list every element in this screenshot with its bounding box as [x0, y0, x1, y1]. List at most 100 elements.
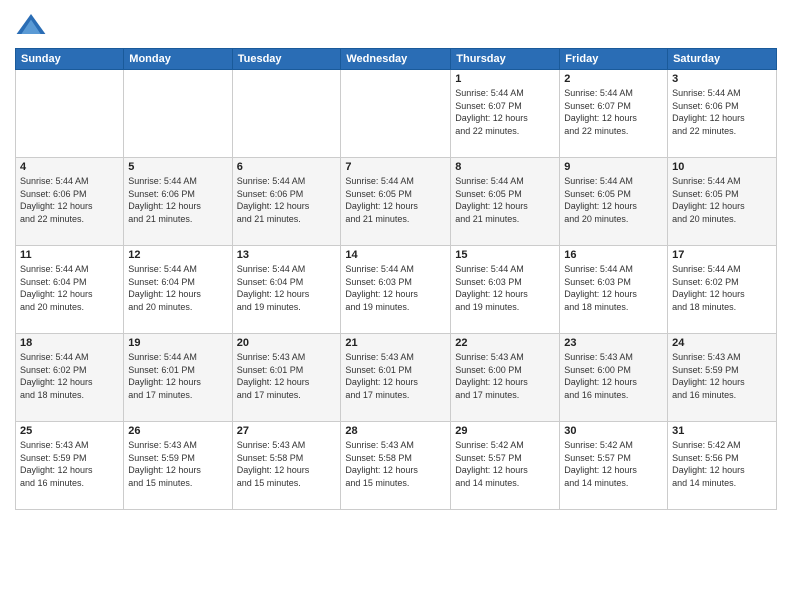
- calendar-cell: 24Sunrise: 5:43 AM Sunset: 5:59 PM Dayli…: [668, 334, 777, 422]
- calendar-day-header: Saturday: [668, 49, 777, 70]
- calendar-cell: 20 Sunrise: 5:43 AM Sunset: 6:01 PM Dayli…: [232, 334, 341, 422]
- day-number: 7: [345, 161, 446, 173]
- day-number: 1: [455, 73, 555, 85]
- day-info: Sunrise: 5:43 AM Sunset: 5:59 PM Dayligh…: [128, 439, 227, 489]
- calendar-day-header: Tuesday: [232, 49, 341, 70]
- calendar-cell: 5Sunrise: 5:44 AM Sunset: 6:06 PM Daylig…: [124, 158, 232, 246]
- day-number: 27: [237, 425, 337, 437]
- day-info: Sunrise: 5:44 AM Sunset: 6:07 PM Dayligh…: [564, 87, 663, 137]
- day-number: 9: [564, 161, 663, 173]
- day-info: Sunrise: 5:44 AM Sunset: 6:02 PM Dayligh…: [20, 351, 119, 401]
- day-number: 13: [237, 249, 337, 261]
- day-info: Sunrise: 5:43 AM Sunset: 5:58 PM Dayligh…: [237, 439, 337, 489]
- day-info: Sunrise: 5:43 AM Sunset: 6:01 PM Dayligh…: [345, 351, 446, 401]
- day-info: Sunrise: 5:44 AM Sunset: 6:02 PM Dayligh…: [672, 263, 772, 313]
- calendar-day-header: Friday: [560, 49, 668, 70]
- day-info: Sunrise: 5:44 AM Sunset: 6:04 PM Dayligh…: [20, 263, 119, 313]
- day-info: Sunrise: 5:44 AM Sunset: 6:04 PM Dayligh…: [237, 263, 337, 313]
- day-number: 14: [345, 249, 446, 261]
- day-number: 16: [564, 249, 663, 261]
- calendar-cell: 14 Sunrise: 5:44 AM Sunset: 6:03 PM Dayli…: [341, 246, 451, 334]
- calendar-cell: 28 Sunrise: 5:43 AM Sunset: 5:58 PM Dayli…: [341, 422, 451, 510]
- calendar-cell: 12 Sunrise: 5:44 AM Sunset: 6:04 PM Dayli…: [124, 246, 232, 334]
- header: [15, 10, 777, 42]
- day-number: 12: [128, 249, 227, 261]
- day-number: 30: [564, 425, 663, 437]
- calendar-cell: 10 Sunrise: 5:44 AM Sunset: 6:05 PM Dayli…: [668, 158, 777, 246]
- day-number: 8: [455, 161, 555, 173]
- day-number: 3: [672, 73, 772, 85]
- day-info: Sunrise: 5:44 AM Sunset: 6:04 PM Dayligh…: [128, 263, 227, 313]
- day-info: Sunrise: 5:43 AM Sunset: 5:59 PM Dayligh…: [672, 351, 772, 401]
- calendar-day-header: Thursday: [451, 49, 560, 70]
- day-number: 18: [20, 337, 119, 349]
- calendar-cell: 15 Sunrise: 5:44 AM Sunset: 6:03 PM Dayli…: [451, 246, 560, 334]
- day-number: 25: [20, 425, 119, 437]
- calendar-cell: 30Sunrise: 5:42 AM Sunset: 5:57 PM Dayli…: [560, 422, 668, 510]
- calendar-cell: 19Sunrise: 5:44 AM Sunset: 6:01 PM Dayli…: [124, 334, 232, 422]
- day-number: 26: [128, 425, 227, 437]
- calendar-cell: 4 Sunrise: 5:44 AM Sunset: 6:06 PM Daylig…: [16, 158, 124, 246]
- calendar-cell: 8 Sunrise: 5:44 AM Sunset: 6:05 PM Daylig…: [451, 158, 560, 246]
- calendar-cell: 6 Sunrise: 5:44 AM Sunset: 6:06 PM Daylig…: [232, 158, 341, 246]
- calendar-day-header: Wednesday: [341, 49, 451, 70]
- day-info: Sunrise: 5:44 AM Sunset: 6:06 PM Dayligh…: [20, 175, 119, 225]
- calendar-week-row: 11 Sunrise: 5:44 AM Sunset: 6:04 PM Dayli…: [16, 246, 777, 334]
- day-number: 10: [672, 161, 772, 173]
- calendar-week-row: 1 Sunrise: 5:44 AM Sunset: 6:07 PM Daylig…: [16, 70, 777, 158]
- calendar-cell: 22 Sunrise: 5:43 AM Sunset: 6:00 PM Dayli…: [451, 334, 560, 422]
- calendar-cell: 2Sunrise: 5:44 AM Sunset: 6:07 PM Daylig…: [560, 70, 668, 158]
- day-info: Sunrise: 5:43 AM Sunset: 6:01 PM Dayligh…: [237, 351, 337, 401]
- day-number: 22: [455, 337, 555, 349]
- day-info: Sunrise: 5:44 AM Sunset: 6:06 PM Dayligh…: [128, 175, 227, 225]
- day-info: Sunrise: 5:44 AM Sunset: 6:05 PM Dayligh…: [672, 175, 772, 225]
- day-info: Sunrise: 5:44 AM Sunset: 6:05 PM Dayligh…: [345, 175, 446, 225]
- calendar-cell: 1 Sunrise: 5:44 AM Sunset: 6:07 PM Daylig…: [451, 70, 560, 158]
- calendar-cell: [341, 70, 451, 158]
- day-info: Sunrise: 5:44 AM Sunset: 6:06 PM Dayligh…: [672, 87, 772, 137]
- day-number: 6: [237, 161, 337, 173]
- day-info: Sunrise: 5:44 AM Sunset: 6:01 PM Dayligh…: [128, 351, 227, 401]
- calendar-cell: 25 Sunrise: 5:43 AM Sunset: 5:59 PM Dayli…: [16, 422, 124, 510]
- calendar-table: SundayMondayTuesdayWednesdayThursdayFrid…: [15, 48, 777, 510]
- day-info: Sunrise: 5:44 AM Sunset: 6:05 PM Dayligh…: [455, 175, 555, 225]
- day-number: 29: [455, 425, 555, 437]
- calendar-cell: 17 Sunrise: 5:44 AM Sunset: 6:02 PM Dayli…: [668, 246, 777, 334]
- calendar-cell: 16 Sunrise: 5:44 AM Sunset: 6:03 PM Dayli…: [560, 246, 668, 334]
- calendar-cell: 3 Sunrise: 5:44 AM Sunset: 6:06 PM Daylig…: [668, 70, 777, 158]
- calendar-header-row: SundayMondayTuesdayWednesdayThursdayFrid…: [16, 49, 777, 70]
- day-info: Sunrise: 5:43 AM Sunset: 5:59 PM Dayligh…: [20, 439, 119, 489]
- day-info: Sunrise: 5:44 AM Sunset: 6:03 PM Dayligh…: [345, 263, 446, 313]
- day-info: Sunrise: 5:43 AM Sunset: 6:00 PM Dayligh…: [564, 351, 663, 401]
- day-info: Sunrise: 5:44 AM Sunset: 6:03 PM Dayligh…: [564, 263, 663, 313]
- calendar-cell: [124, 70, 232, 158]
- day-number: 17: [672, 249, 772, 261]
- calendar-cell: 23Sunrise: 5:43 AM Sunset: 6:00 PM Dayli…: [560, 334, 668, 422]
- calendar-cell: 9 Sunrise: 5:44 AM Sunset: 6:05 PM Daylig…: [560, 158, 668, 246]
- day-number: 31: [672, 425, 772, 437]
- day-info: Sunrise: 5:44 AM Sunset: 6:07 PM Dayligh…: [455, 87, 555, 137]
- calendar-cell: [16, 70, 124, 158]
- day-number: 20: [237, 337, 337, 349]
- calendar-week-row: 25 Sunrise: 5:43 AM Sunset: 5:59 PM Dayli…: [16, 422, 777, 510]
- day-info: Sunrise: 5:42 AM Sunset: 5:57 PM Dayligh…: [455, 439, 555, 489]
- calendar-cell: [232, 70, 341, 158]
- day-number: 21: [345, 337, 446, 349]
- day-info: Sunrise: 5:42 AM Sunset: 5:56 PM Dayligh…: [672, 439, 772, 489]
- day-number: 28: [345, 425, 446, 437]
- day-number: 4: [20, 161, 119, 173]
- day-info: Sunrise: 5:44 AM Sunset: 6:03 PM Dayligh…: [455, 263, 555, 313]
- calendar-cell: 21 Sunrise: 5:43 AM Sunset: 6:01 PM Dayli…: [341, 334, 451, 422]
- calendar-week-row: 4 Sunrise: 5:44 AM Sunset: 6:06 PM Daylig…: [16, 158, 777, 246]
- day-info: Sunrise: 5:43 AM Sunset: 5:58 PM Dayligh…: [345, 439, 446, 489]
- day-info: Sunrise: 5:44 AM Sunset: 6:06 PM Dayligh…: [237, 175, 337, 225]
- calendar-cell: 13 Sunrise: 5:44 AM Sunset: 6:04 PM Dayli…: [232, 246, 341, 334]
- day-number: 15: [455, 249, 555, 261]
- logo-icon: [15, 10, 47, 42]
- calendar-cell: 29 Sunrise: 5:42 AM Sunset: 5:57 PM Dayli…: [451, 422, 560, 510]
- day-info: Sunrise: 5:43 AM Sunset: 6:00 PM Dayligh…: [455, 351, 555, 401]
- day-number: 11: [20, 249, 119, 261]
- calendar-week-row: 18 Sunrise: 5:44 AM Sunset: 6:02 PM Dayli…: [16, 334, 777, 422]
- calendar-cell: 27 Sunrise: 5:43 AM Sunset: 5:58 PM Dayli…: [232, 422, 341, 510]
- day-info: Sunrise: 5:44 AM Sunset: 6:05 PM Dayligh…: [564, 175, 663, 225]
